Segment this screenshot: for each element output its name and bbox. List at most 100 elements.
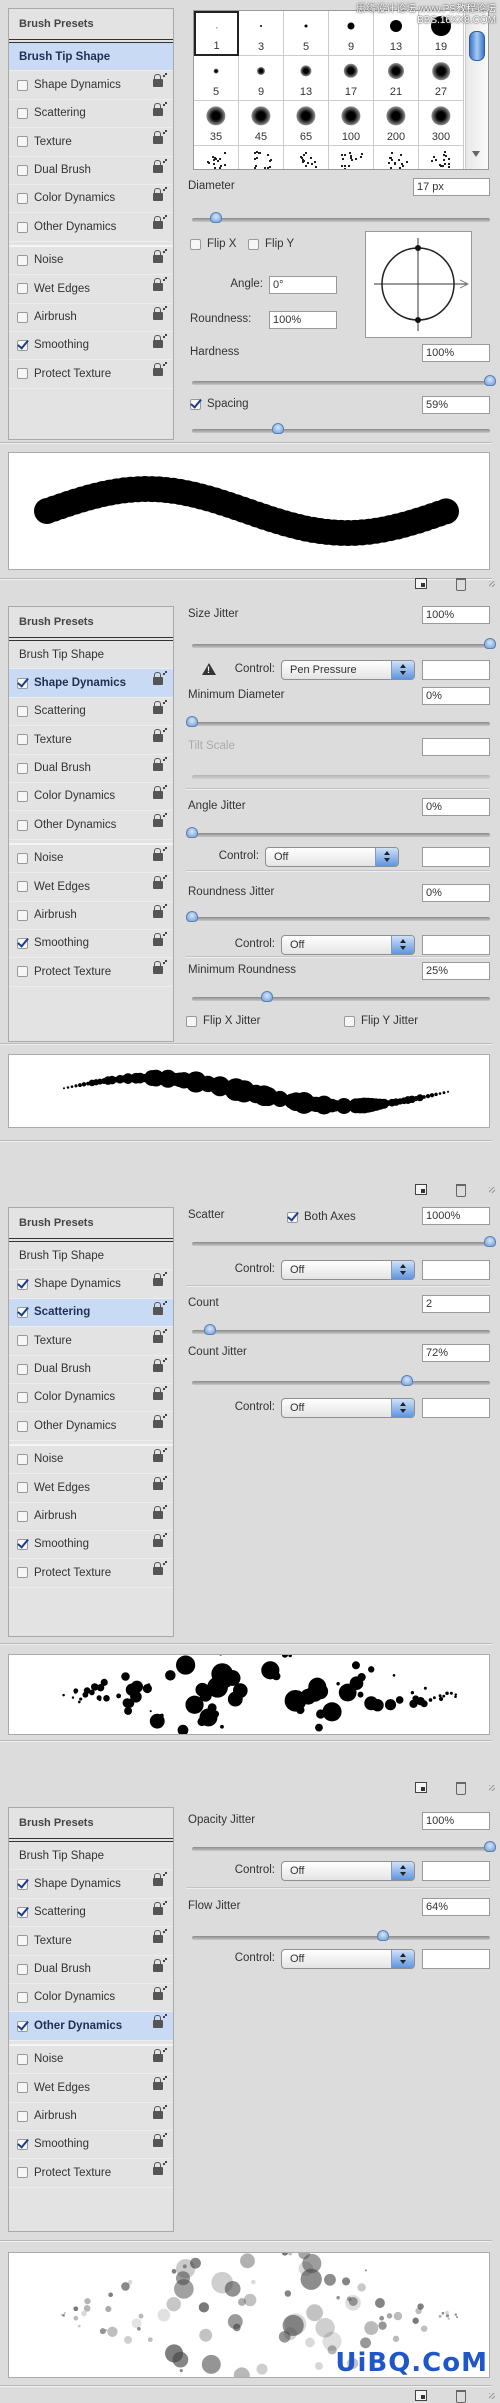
- scrollbar-thumb[interactable]: [469, 31, 485, 61]
- brush-tip-35[interactable]: 35: [194, 101, 239, 146]
- lock-icon[interactable]: [153, 2020, 163, 2028]
- lock-icon[interactable]: [153, 1907, 163, 1915]
- sidebar-item-scattering[interactable]: Scattering: [9, 698, 173, 726]
- checkbox[interactable]: [186, 1016, 197, 1027]
- lock-icon[interactable]: [153, 2082, 163, 2090]
- sidebar-item-color-dynamics[interactable]: Color Dynamics: [9, 783, 173, 811]
- flow-jitter-input[interactable]: 64%: [422, 1898, 490, 1916]
- lock-icon[interactable]: [153, 79, 163, 87]
- checkbox-dual-brush[interactable]: [17, 1964, 28, 1975]
- sidebar-item-wet-edges[interactable]: Wet Edges: [9, 2074, 173, 2102]
- sidebar-item-other-dynamics[interactable]: Other Dynamics: [9, 811, 173, 839]
- checkbox-texture[interactable]: [17, 1335, 28, 1346]
- slider-thumb[interactable]: [401, 1375, 413, 1386]
- brush-tip-9[interactable]: 9: [239, 56, 284, 101]
- control-value-field[interactable]: [422, 935, 490, 955]
- brush-tip-65[interactable]: 65: [284, 101, 329, 146]
- count-slider[interactable]: [192, 1330, 490, 1334]
- lock-icon[interactable]: [153, 312, 163, 320]
- sidebar-item-noise[interactable]: Noise: [9, 845, 173, 873]
- resize-grip-icon[interactable]: [489, 2393, 495, 2399]
- new-preset-icon[interactable]: [415, 1184, 427, 1195]
- checkbox-color-dynamics[interactable]: [17, 1392, 28, 1403]
- lock-icon[interactable]: [153, 819, 163, 827]
- control-value-field[interactable]: [422, 1260, 490, 1280]
- checkbox-color-dynamics[interactable]: [17, 193, 28, 204]
- trash-icon[interactable]: [456, 2390, 466, 2403]
- slider-thumb[interactable]: [186, 716, 198, 727]
- checkbox[interactable]: [287, 1212, 298, 1223]
- lock-icon[interactable]: [153, 165, 163, 173]
- brush-tip-spatter[interactable]: [329, 146, 374, 170]
- sidebar-item-smoothing[interactable]: Smoothing: [9, 332, 173, 360]
- flip-x-jitter-checkbox[interactable]: Flip X Jitter: [186, 1015, 261, 1027]
- hardness-slider[interactable]: [192, 381, 490, 385]
- sidebar-item-other-dynamics[interactable]: Other Dynamics: [9, 213, 173, 241]
- new-preset-icon[interactable]: [415, 1782, 427, 1793]
- size-jitter-input[interactable]: 100%: [422, 606, 490, 624]
- checkbox-texture[interactable]: [17, 1935, 28, 1946]
- roundness-jitter-input[interactable]: 0%: [422, 884, 490, 902]
- sidebar-item-noise[interactable]: Noise: [9, 1446, 173, 1474]
- checkbox-scattering[interactable]: [17, 706, 28, 717]
- sidebar-item-smoothing[interactable]: Smoothing: [9, 930, 173, 958]
- lock-icon[interactable]: [153, 966, 163, 974]
- trash-icon[interactable]: [456, 1184, 466, 1197]
- lock-icon[interactable]: [153, 1454, 163, 1462]
- slider-thumb[interactable]: [186, 911, 198, 922]
- sidebar-item-airbrush[interactable]: Airbrush: [9, 304, 173, 332]
- size-jitter-slider[interactable]: [192, 644, 490, 648]
- lock-icon[interactable]: [153, 1964, 163, 1972]
- checkbox-protect-texture[interactable]: [17, 1567, 28, 1578]
- scatter-slider[interactable]: [192, 1242, 490, 1246]
- checkbox-wet-edges[interactable]: [17, 1482, 28, 1493]
- checkbox-smoothing[interactable]: [17, 938, 28, 949]
- checkbox-wet-edges[interactable]: [17, 283, 28, 294]
- checkbox-shape-dynamics[interactable]: [17, 80, 28, 91]
- checkbox-airbrush[interactable]: [17, 910, 28, 921]
- control-dropdown[interactable]: Off: [281, 1861, 415, 1881]
- checkbox-noise[interactable]: [17, 853, 28, 864]
- slider-thumb[interactable]: [210, 212, 222, 223]
- minimum-roundness-slider[interactable]: [192, 997, 490, 1001]
- lock-icon[interactable]: [153, 1878, 163, 1886]
- slider-thumb[interactable]: [261, 991, 273, 1002]
- sidebar-brush-presets[interactable]: Brush Presets: [9, 1808, 173, 1842]
- count-input[interactable]: 2: [422, 1295, 490, 1313]
- lock-icon[interactable]: [153, 1511, 163, 1519]
- minimum-diameter-slider[interactable]: [192, 722, 490, 726]
- control-value-field[interactable]: [422, 660, 490, 680]
- lock-icon[interactable]: [153, 1392, 163, 1400]
- lock-icon[interactable]: [153, 108, 163, 116]
- checkbox-scattering[interactable]: [17, 108, 28, 119]
- brush-tip-300[interactable]: 300: [419, 101, 464, 146]
- checkbox-color-dynamics[interactable]: [17, 1992, 28, 2003]
- tilt-scale-input[interactable]: [422, 738, 490, 756]
- angle-jitter-slider[interactable]: [192, 833, 490, 837]
- control-dropdown[interactable]: Off: [281, 1398, 415, 1418]
- brush-tip-21[interactable]: 21: [374, 56, 419, 101]
- slider-thumb[interactable]: [204, 1324, 216, 1335]
- checkbox-scattering[interactable]: [17, 1307, 28, 1318]
- checkbox-noise[interactable]: [17, 1454, 28, 1465]
- checkbox[interactable]: [190, 239, 201, 250]
- slider-thumb[interactable]: [272, 423, 284, 434]
- checkbox-other-dynamics[interactable]: [17, 2021, 28, 2032]
- checkbox-smoothing[interactable]: [17, 2139, 28, 2150]
- roundness-input[interactable]: 100%: [269, 311, 337, 329]
- sidebar-item-protect-texture[interactable]: Protect Texture: [9, 2159, 173, 2187]
- lock-icon[interactable]: [153, 255, 163, 263]
- brush-tip-spatter[interactable]: [194, 146, 239, 170]
- lock-icon[interactable]: [153, 221, 163, 229]
- checkbox[interactable]: [344, 1016, 355, 1027]
- sidebar-item-color-dynamics[interactable]: Color Dynamics: [9, 1984, 173, 2012]
- sidebar-item-wet-edges[interactable]: Wet Edges: [9, 275, 173, 303]
- lock-icon[interactable]: [153, 853, 163, 861]
- brush-tip-spatter[interactable]: [374, 146, 419, 170]
- lock-icon[interactable]: [153, 340, 163, 348]
- brush-tip-45[interactable]: 45: [239, 101, 284, 146]
- sidebar-item-shape-dynamics[interactable]: Shape Dynamics: [9, 1270, 173, 1298]
- lock-icon[interactable]: [153, 734, 163, 742]
- spacing-slider[interactable]: [192, 429, 490, 433]
- slider-thumb[interactable]: [484, 638, 496, 649]
